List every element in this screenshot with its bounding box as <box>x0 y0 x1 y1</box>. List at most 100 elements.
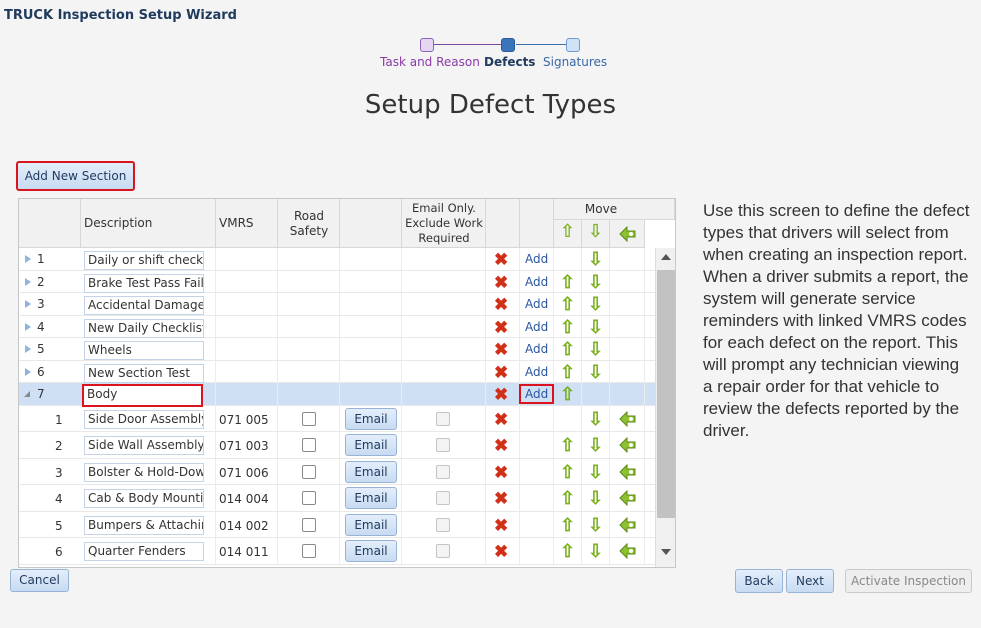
arrow-down-icon[interactable]: ⇩ <box>588 363 603 381</box>
section-description-input[interactable]: New Section Test <box>84 363 204 383</box>
delete-x-icon[interactable]: ✖ <box>494 296 508 313</box>
add-item-link[interactable]: Add <box>525 275 548 289</box>
collapse-arrow-icon[interactable] <box>24 391 30 397</box>
cancel-button[interactable]: Cancel <box>10 569 69 592</box>
expand-arrow-icon[interactable] <box>25 367 31 376</box>
delete-x-icon[interactable]: ✖ <box>494 364 508 381</box>
arrow-down-icon[interactable]: ⇩ <box>588 273 603 291</box>
add-item-link[interactable]: Add <box>525 365 548 379</box>
defect-row[interactable]: 1 Side Door Assembly 071 005 Email ✖ ⇩ <box>19 405 655 432</box>
section-row[interactable]: 1 Daily or shift check ✖ Add ⇩ <box>19 248 655 271</box>
add-new-section-button[interactable]: Add New Section <box>16 161 135 191</box>
email-button[interactable]: Email <box>345 513 397 536</box>
section-row[interactable]: 5 Wheels ✖ Add ⇧ ⇩ <box>19 338 655 361</box>
email-button[interactable]: Email <box>345 460 397 483</box>
arrow-down-icon[interactable]: ⇩ <box>588 340 603 358</box>
delete-x-icon[interactable]: ✖ <box>494 543 508 560</box>
move-to-section-icon[interactable] <box>619 543 637 559</box>
section-row[interactable]: 4 New Daily Checklist ✖ Add ⇧ ⇩ <box>19 315 655 338</box>
email-button[interactable]: Email <box>345 540 397 562</box>
section-description-input[interactable]: Daily or shift check <box>84 251 204 270</box>
defect-row[interactable]: 4 Cab & Body Mounting 014 004 Email ✖ ⇧ ⇩ <box>19 485 655 512</box>
section-row[interactable]: 3 Accidental Damage ✖ Add ⇧ ⇩ <box>19 293 655 316</box>
header-description[interactable]: Description <box>81 199 216 248</box>
scroll-up-icon[interactable] <box>661 254 671 260</box>
arrow-up-icon[interactable]: ⇧ <box>560 318 575 336</box>
arrow-up-icon[interactable]: ⇧ <box>560 516 575 534</box>
road-safety-checkbox[interactable] <box>302 517 316 532</box>
delete-x-icon[interactable]: ✖ <box>494 464 508 481</box>
delete-x-icon[interactable]: ✖ <box>494 251 508 268</box>
arrow-down-icon[interactable]: ⇩ <box>588 542 603 560</box>
email-button[interactable]: Email <box>345 487 397 509</box>
delete-x-icon[interactable]: ✖ <box>494 490 508 507</box>
arrow-up-icon[interactable]: ⇧ <box>560 363 575 381</box>
move-to-section-icon[interactable] <box>619 516 637 533</box>
arrow-down-icon[interactable]: ⇩ <box>588 489 603 507</box>
section-description-input[interactable]: Brake Test Pass Fail <box>84 273 204 293</box>
section-description-input[interactable]: Wheels <box>84 341 204 360</box>
section-description-input[interactable]: Body <box>82 384 203 407</box>
section-row[interactable]: 6 New Section Test ✖ Add ⇧ ⇩ <box>19 360 655 383</box>
scroll-down-icon[interactable] <box>661 549 671 555</box>
delete-x-icon[interactable]: ✖ <box>494 411 508 428</box>
header-email-only[interactable]: Email Only. Exclude Work Required <box>402 199 486 248</box>
expand-arrow-icon[interactable] <box>25 300 31 308</box>
step-task-and-reason[interactable]: Task and Reason <box>380 55 480 69</box>
defect-description-input[interactable]: Side Wall Assembly <box>84 436 204 455</box>
arrow-down-icon[interactable]: ⇩ <box>588 436 603 454</box>
section-row[interactable]: 7 Body ✖ Add ⇧ <box>19 383 655 407</box>
grid-scrollbar[interactable] <box>655 248 675 567</box>
arrow-down-icon[interactable]: ⇩ <box>588 410 603 428</box>
move-to-section-icon[interactable] <box>619 490 637 506</box>
defect-row[interactable]: 3 Bolster & Hold-Down 071 006 Email ✖ ⇧ ⇩ <box>19 458 655 485</box>
next-button[interactable]: Next <box>786 569 834 593</box>
back-button[interactable]: Back <box>735 569 783 593</box>
defect-row[interactable]: 2 Side Wall Assembly 071 003 Email ✖ ⇧ ⇩ <box>19 432 655 459</box>
section-description-input[interactable]: Accidental Damage <box>84 296 204 315</box>
arrow-up-icon[interactable]: ⇧ <box>560 463 575 481</box>
defect-description-input[interactable]: Side Door Assembly <box>84 409 204 429</box>
arrow-up-icon[interactable]: ⇧ <box>560 385 575 403</box>
arrow-down-icon[interactable]: ⇩ <box>588 516 603 534</box>
scrollbar-thumb[interactable] <box>657 270 675 518</box>
add-item-link[interactable]: Add <box>525 297 548 311</box>
road-safety-checkbox[interactable] <box>302 438 316 452</box>
expand-arrow-icon[interactable] <box>25 255 31 263</box>
arrow-up-icon[interactable]: ⇧ <box>560 436 575 454</box>
delete-x-icon[interactable]: ✖ <box>494 517 508 534</box>
arrow-up-icon[interactable]: ⇧ <box>560 542 575 560</box>
delete-x-icon[interactable]: ✖ <box>494 319 508 336</box>
road-safety-checkbox[interactable] <box>302 491 316 505</box>
section-description-input[interactable]: New Daily Checklist <box>84 318 204 338</box>
arrow-down-icon[interactable]: ⇩ <box>588 250 603 268</box>
step-signatures[interactable]: Signatures <box>543 55 607 69</box>
arrow-up-icon[interactable]: ⇧ <box>560 273 575 291</box>
move-to-section-icon[interactable] <box>619 437 637 453</box>
add-item-link[interactable]: Add <box>525 320 548 334</box>
road-safety-checkbox[interactable] <box>302 411 316 426</box>
defect-description-input[interactable]: Bolster & Hold-Down <box>84 462 204 482</box>
header-road-safety[interactable]: Road Safety <box>278 199 340 248</box>
email-button[interactable]: Email <box>345 407 397 430</box>
arrow-up-icon[interactable]: ⇧ <box>560 489 575 507</box>
defect-description-input[interactable]: Quarter Fenders <box>84 542 204 561</box>
defect-description-input[interactable]: Cab & Body Mounting <box>84 489 204 508</box>
move-to-section-icon[interactable] <box>619 463 637 480</box>
delete-x-icon[interactable]: ✖ <box>494 274 508 291</box>
add-item-link[interactable]: Add <box>525 342 548 356</box>
email-button[interactable]: Email <box>345 434 397 456</box>
delete-x-icon[interactable]: ✖ <box>494 341 508 358</box>
arrow-up-icon[interactable]: ⇧ <box>560 295 575 313</box>
delete-x-icon[interactable]: ✖ <box>494 437 508 454</box>
road-safety-checkbox[interactable] <box>302 464 316 479</box>
section-row[interactable]: 2 Brake Test Pass Fail ✖ Add ⇧ ⇩ <box>19 270 655 293</box>
step-dot-upcoming[interactable] <box>566 38 580 52</box>
defect-row[interactable]: 5 Bumpers & Attaching 014 002 Email ✖ ⇧ ⇩ <box>19 511 655 538</box>
expand-arrow-icon[interactable] <box>25 322 31 331</box>
arrow-up-icon[interactable]: ⇧ <box>560 340 575 358</box>
expand-arrow-icon[interactable] <box>25 277 31 286</box>
road-safety-checkbox[interactable] <box>302 544 316 558</box>
add-item-link[interactable]: Add <box>519 384 555 404</box>
add-item-link[interactable]: Add <box>525 252 548 266</box>
